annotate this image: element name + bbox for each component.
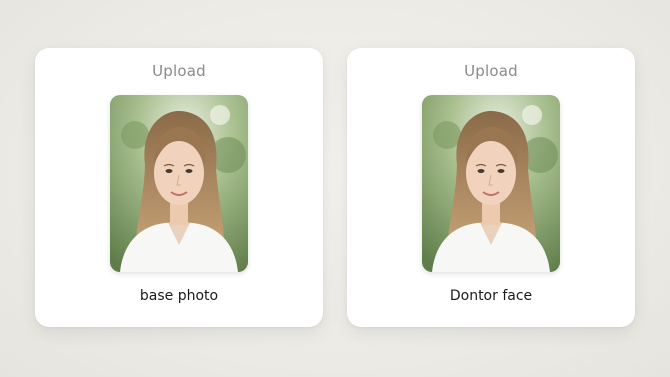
upload-label[interactable]: Upload — [347, 62, 635, 80]
base-photo-image[interactable] — [110, 95, 248, 272]
donor-face-image[interactable] — [422, 95, 560, 272]
base-photo-upload-card[interactable]: Upload base photo — [35, 48, 323, 327]
donor-face-upload-card[interactable]: Upload Dontor face — [347, 48, 635, 327]
donor-face-caption: Dontor face — [449, 288, 533, 304]
base-photo-caption: base photo — [139, 288, 219, 304]
upload-label[interactable]: Upload — [35, 62, 323, 80]
